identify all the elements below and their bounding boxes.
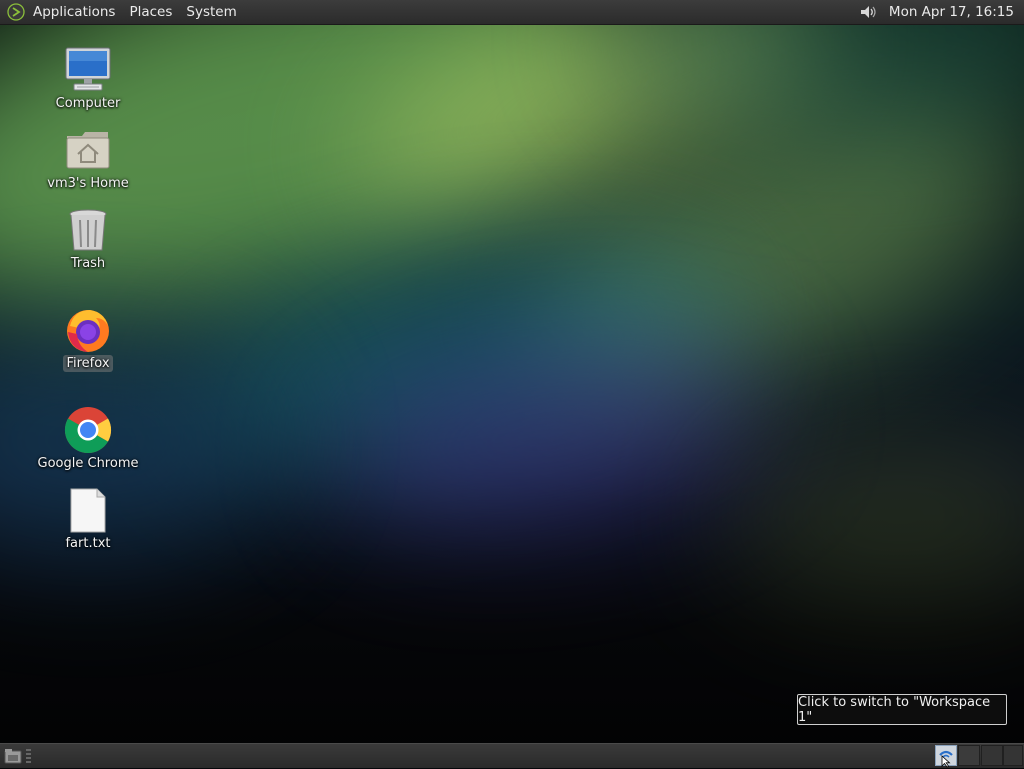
desktop-icon-label: Firefox (63, 355, 113, 372)
desktop-icon-text-file[interactable]: fart.txt (33, 486, 143, 552)
panel-tray: Mon Apr 17, 16:15 (857, 0, 1020, 24)
desktop-icon-label: Computer (55, 96, 121, 111)
volume-icon[interactable] (857, 1, 879, 23)
chrome-icon (64, 406, 112, 454)
desktop-icon-label: fart.txt (65, 536, 111, 551)
desktop-icon-firefox[interactable]: Firefox (33, 306, 143, 372)
desktop-icon-computer[interactable]: Computer (33, 46, 143, 112)
menu-system[interactable]: System (179, 0, 243, 24)
desktop-icon-trash[interactable]: Trash (33, 206, 143, 272)
workspace-tooltip: Click to switch to "Workspace 1" (797, 694, 1007, 725)
desktop-icon-label: vm3's Home (47, 176, 129, 191)
menu-applications[interactable]: Applications (26, 0, 122, 24)
text-file-icon (64, 486, 112, 534)
desktop-icon-home[interactable]: vm3's Home (33, 126, 143, 192)
trash-icon (64, 206, 112, 254)
mouse-cursor-icon (941, 755, 951, 768)
panel-drag-handle[interactable] (26, 749, 31, 763)
distro-logo-icon[interactable] (6, 2, 26, 22)
workspace-4-button[interactable] (1003, 745, 1023, 766)
show-desktop-icon[interactable] (3, 747, 23, 765)
desktop-icon-label: Trash (70, 256, 106, 271)
bottom-panel (0, 743, 1024, 768)
home-folder-icon (64, 126, 112, 174)
tooltip-text: Click to switch to "Workspace 1" (798, 694, 991, 725)
clock[interactable]: Mon Apr 17, 16:15 (883, 4, 1020, 20)
workspace-2-button[interactable] (958, 745, 980, 766)
desktop-icon-label: Google Chrome (37, 456, 139, 471)
desktop-wallpaper[interactable] (0, 0, 1024, 768)
workspace-3-button[interactable] (981, 745, 1003, 766)
menu-places[interactable]: Places (122, 0, 179, 24)
aurora-glow (720, 430, 1024, 600)
computer-icon (64, 46, 112, 94)
top-panel: Applications Places System Mon Apr 17, 1… (0, 0, 1024, 25)
firefox-icon (64, 306, 112, 354)
desktop-icon-chrome[interactable]: Google Chrome (33, 406, 143, 472)
